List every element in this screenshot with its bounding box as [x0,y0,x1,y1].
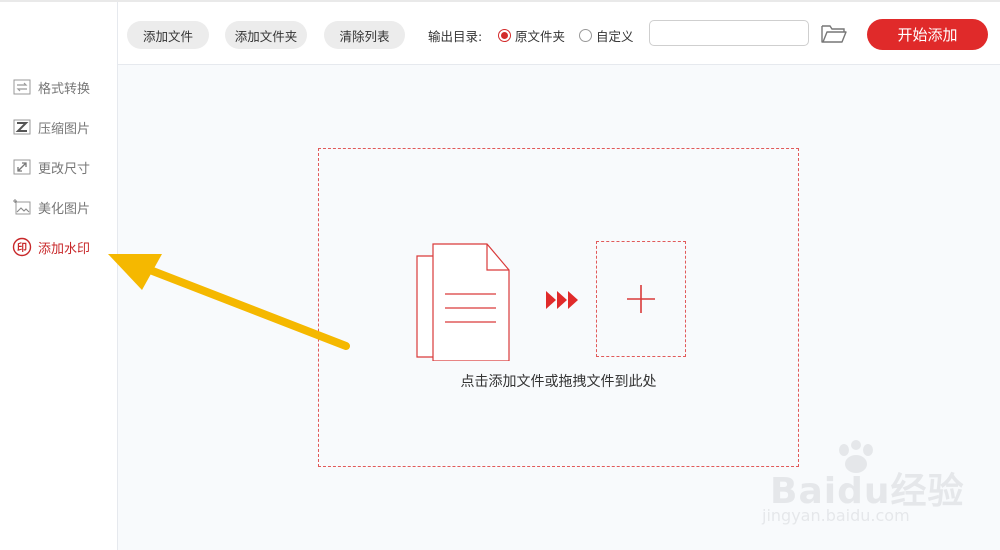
sidebar-item-label: 压缩图片 [38,121,91,137]
annotation-arrow [108,254,350,350]
toolbar: 添加文件 添加文件夹 清除列表 输出目录: 原文件夹 自定义 开始添加 [118,2,1000,65]
watermark-seal-icon: 印 [12,237,32,257]
add-file-box[interactable] [596,241,686,357]
sidebar-item-label: 更改尺寸 [38,161,91,177]
sidebar-item-beautify[interactable]: 美化图片 [12,196,90,218]
sidebar-item-resize[interactable]: 更改尺寸 [12,156,90,178]
sidebar-item-label: 添加水印 [38,241,91,257]
radio-custom-folder[interactable]: 自定义 [579,26,634,45]
plus-icon [627,285,655,313]
sidebar-item-add-watermark[interactable]: 印 添加水印 [12,236,90,258]
radio-original-folder[interactable]: 原文件夹 [498,26,565,45]
watermark-url: jingyan.baidu.com [762,506,910,525]
add-file-button[interactable]: 添加文件 [127,21,209,49]
folder-open-icon[interactable] [820,22,848,46]
radio-dot [498,29,511,42]
beautify-icon [12,197,32,217]
clear-list-button[interactable]: 清除列表 [324,21,405,49]
compress-icon [12,117,32,137]
drop-hint-text: 点击添加文件或拖拽文件到此处 [460,374,657,390]
svg-text:印: 印 [17,242,27,254]
output-directory-label: 输出目录: [428,29,483,44]
sidebar-item-format-convert[interactable]: 格式转换 [12,76,90,98]
convert-icon [12,77,32,97]
radio-dot [579,29,592,42]
start-add-button[interactable]: 开始添加 [867,19,988,50]
radio-label: 原文件夹 [515,29,566,44]
baidu-watermark: Baidu经验 jingyan.baidu.com [762,440,992,540]
sidebar-item-label: 格式转换 [38,81,91,97]
file-drop-zone[interactable]: 点击添加文件或拖拽文件到此处 [318,148,799,467]
output-path-input[interactable] [649,20,809,46]
radio-label: 自定义 [596,29,634,44]
add-folder-button[interactable]: 添加文件夹 [225,21,307,49]
document-icon [416,243,510,361]
triple-arrow-icon [546,291,578,309]
sidebar-item-label: 美化图片 [38,201,91,217]
sidebar-item-compress[interactable]: 压缩图片 [12,116,90,138]
resize-icon [12,157,32,177]
